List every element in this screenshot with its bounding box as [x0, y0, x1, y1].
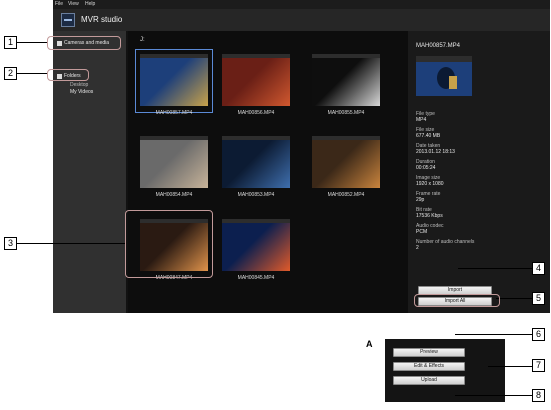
callout-6: 6 — [532, 328, 545, 341]
thumbnail-item[interactable]: MAH00853.MP4 — [218, 132, 294, 198]
thumbnail-image — [140, 54, 208, 106]
app-title: MVR studio — [81, 15, 123, 24]
thumbnail-filename: MAH00853.MP4 — [237, 192, 275, 198]
thumbnail-image — [312, 136, 380, 188]
thumbnail-image — [222, 54, 290, 106]
thumbnail-image — [222, 219, 290, 271]
menu-help[interactable]: Help — [85, 1, 95, 8]
callout-3: 3 — [4, 237, 17, 250]
callout-7: 7 — [532, 359, 545, 372]
detail-filename: MAH00857.MP4 — [416, 43, 461, 49]
callout-3-line — [17, 243, 125, 244]
menu-file[interactable]: File — [55, 1, 63, 8]
callout-3-highlight — [125, 210, 213, 278]
callout-5-line — [496, 298, 532, 299]
upload-button[interactable]: Upload — [393, 376, 465, 385]
thumbnail-item[interactable]: MAH00854.MP4 — [136, 132, 212, 198]
detail-value: 677.40 MB — [416, 133, 441, 139]
thumbnail-filename: MAH00855.MP4 — [327, 110, 365, 116]
detail-value: 29p — [416, 197, 425, 203]
thumbnail-filename: MAH00854.MP4 — [155, 192, 193, 198]
detail-preview-image — [416, 56, 472, 96]
callout-2-highlight — [47, 69, 89, 81]
drive-label: J: — [140, 37, 145, 43]
sidebar-item-my-videos[interactable]: My Videos — [70, 89, 93, 96]
callout-8: 8 — [532, 389, 545, 402]
thumbnail-image — [140, 136, 208, 188]
thumbnail-item[interactable]: MAH00845.MP4 — [218, 215, 294, 281]
menu-view[interactable]: View — [68, 1, 79, 8]
detail-value: MP4 — [416, 117, 427, 123]
callout-5: 5 — [532, 292, 545, 305]
detail-value: PCM — [416, 229, 428, 235]
thumbnail-filename: MAH00857.MP4 — [155, 110, 193, 116]
panel-a: Preview Edit & Effects Upload — [385, 339, 505, 402]
callout-5-highlight — [414, 294, 500, 307]
callout-4-line — [458, 268, 532, 269]
detail-label: Number of audio channels — [416, 239, 475, 245]
detail-value: 17536 Kbps — [416, 213, 443, 219]
thumbnail-item[interactable]: MAH00852.MP4 — [308, 132, 384, 198]
callout-2: 2 — [4, 67, 17, 80]
callout-2-line — [17, 73, 47, 74]
callout-6-line — [455, 334, 532, 335]
preview-button[interactable]: Preview — [393, 348, 465, 357]
detail-value: 1920 x 1080 — [416, 181, 444, 187]
title-bar: MVR studio — [53, 9, 550, 31]
callout-1: 1 — [4, 36, 17, 49]
callout-8-line — [455, 395, 532, 396]
callout-1-highlight — [47, 36, 121, 50]
thumbnail-filename: MAH00845.MP4 — [237, 275, 275, 281]
edit-effects-button[interactable]: Edit & Effects — [393, 362, 465, 371]
sidebar-item-desktop[interactable]: Desktop — [70, 82, 88, 89]
callout-7-line — [488, 366, 532, 367]
detail-preview-svg — [416, 56, 472, 96]
thumbnail-filename: MAH00852.MP4 — [327, 192, 365, 198]
detail-value: 2013.01.12 18:13 — [416, 149, 455, 155]
callout-1-line — [17, 42, 47, 43]
panel-a-label: A — [366, 339, 373, 349]
thumbnail-item[interactable]: MAH00855.MP4 — [308, 50, 384, 116]
thumbnail-filename: MAH00856.MP4 — [237, 110, 275, 116]
app-logo-icon — [61, 13, 75, 27]
detail-value: 2 — [416, 245, 419, 251]
callout-4: 4 — [532, 262, 545, 275]
thumbnail-image — [312, 54, 380, 106]
menu-bar: File View Help — [53, 0, 550, 9]
detail-value: 00:05:24 — [416, 165, 436, 171]
thumbnail-image — [222, 136, 290, 188]
thumbnail-item[interactable]: MAH00856.MP4 — [218, 50, 294, 116]
details-panel: MAH00857.MP4 File type MP4 File size 677.40… — [408, 31, 550, 313]
thumbnail-item[interactable]: MAH00857.MP4 — [135, 49, 213, 116]
